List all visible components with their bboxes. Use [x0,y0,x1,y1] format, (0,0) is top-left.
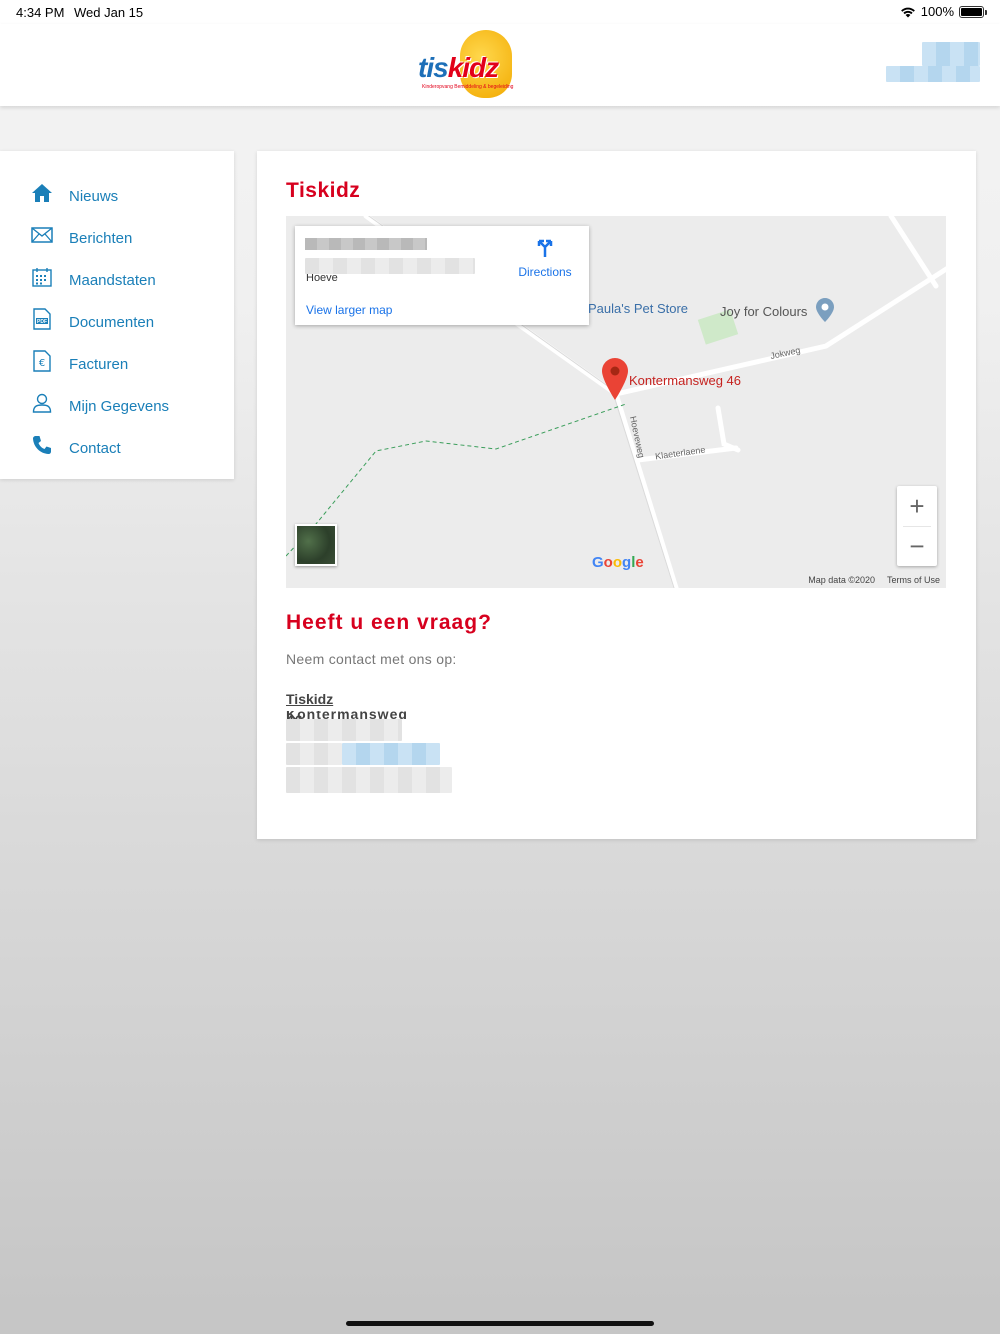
sidebar-item-label: Maandstaten [69,271,156,289]
sidebar-item-berichten[interactable]: Berichten [0,217,234,259]
euro-invoice-icon: € [30,349,54,373]
place-address-partial: Hoeve [306,274,338,284]
address-line-redacted: Kontermansweg 46 [286,711,416,741]
view-larger-map-link[interactable]: View larger map [306,303,392,317]
poi-pin-icon [816,298,834,322]
email-link-redacted[interactable] [286,743,440,765]
phone-icon [30,433,54,457]
google-logo: Google [592,554,644,571]
poi-label[interactable]: Joy for Colours [720,304,807,319]
location-marker-icon[interactable] [602,358,628,400]
contact-card: Tiskidz Hoeve View larger map Directions… [257,151,976,839]
pdf-document-icon: PDF [30,307,54,331]
tiskidz-logo[interactable]: tiskidz Kinderopvang Bemiddeling & begel… [418,30,518,102]
logo-tagline: Kinderopvang Bemiddeling & begeleiding [422,84,514,90]
poi-label[interactable]: Paula's Pet Store [588,301,688,316]
sidebar-item-mijn-gegevens[interactable]: Mijn Gegevens [0,385,234,427]
sidebar-item-label: Documenten [69,313,155,331]
marker-label: Kontermansweg 46 [629,373,742,388]
directions-label: Directions [518,265,572,279]
user-icon [30,391,54,415]
map-data-text: Map data ©2020 [808,575,875,585]
svg-text:PDF: PDF [37,319,47,325]
logo-wordmark: tiskidz [418,52,499,83]
sidebar-item-label: Berichten [69,229,133,247]
battery-percent: 100% [920,4,954,19]
address-partial: Kontermansweg 46 [286,711,408,719]
status-bar: 4:34 PM Wed Jan 15 100% [0,0,1000,24]
status-date: Wed Jan 15 [74,5,144,20]
zoom-out-button[interactable]: − [897,526,937,566]
directions-button[interactable]: Directions [517,236,573,279]
zoom-control: + − [897,486,937,566]
sidebar-item-documenten[interactable]: PDF Documenten [0,301,234,343]
sidebar-nav: Nieuws Berichten Maandstaten PDF Documen… [0,151,234,479]
place-name-redacted [305,238,427,250]
satellite-toggle-button[interactable] [295,524,337,566]
home-indicator[interactable] [346,1321,654,1326]
company-name: Tiskidz [286,691,334,707]
sidebar-item-label: Facturen [69,355,129,373]
zoom-in-button[interactable]: + [897,486,937,526]
svg-text:€: € [39,358,45,369]
contact-intro-text: Neem contact met ons op: [286,651,457,667]
sidebar-item-maandstaten[interactable]: Maandstaten [0,259,234,301]
wifi-icon [900,7,915,17]
envelope-icon [30,223,54,247]
phone-number-redacted [286,767,452,793]
sidebar-item-label: Contact [69,439,121,457]
sidebar-item-nieuws[interactable]: Nieuws [0,175,234,217]
question-heading: Heeft u een vraag? [286,611,492,634]
sidebar-item-label: Mijn Gegevens [69,397,170,415]
battery-icon [959,5,987,18]
sidebar-item-label: Nieuws [69,187,119,205]
google-map[interactable]: Hoeve View larger map Directions Paula's… [286,216,946,588]
place-address-redacted [305,258,475,274]
home-icon [30,181,54,205]
calendar-icon [30,265,54,289]
directions-icon [537,239,553,257]
sidebar-item-contact[interactable]: Contact [0,427,234,469]
map-info-box: Hoeve View larger map Directions [295,226,589,325]
map-attribution: Map data ©2020 Terms of Use [808,572,940,588]
terms-of-use-link[interactable]: Terms of Use [887,575,940,585]
app-header: tiskidz Kinderopvang Bemiddeling & begel… [0,24,1000,106]
status-right: 100% [900,4,987,19]
status-time: 4:34 PM [16,5,65,20]
user-account-name-redacted[interactable] [886,42,980,82]
page-title: Tiskidz [286,179,361,202]
sidebar-item-facturen[interactable]: € Facturen [0,343,234,385]
